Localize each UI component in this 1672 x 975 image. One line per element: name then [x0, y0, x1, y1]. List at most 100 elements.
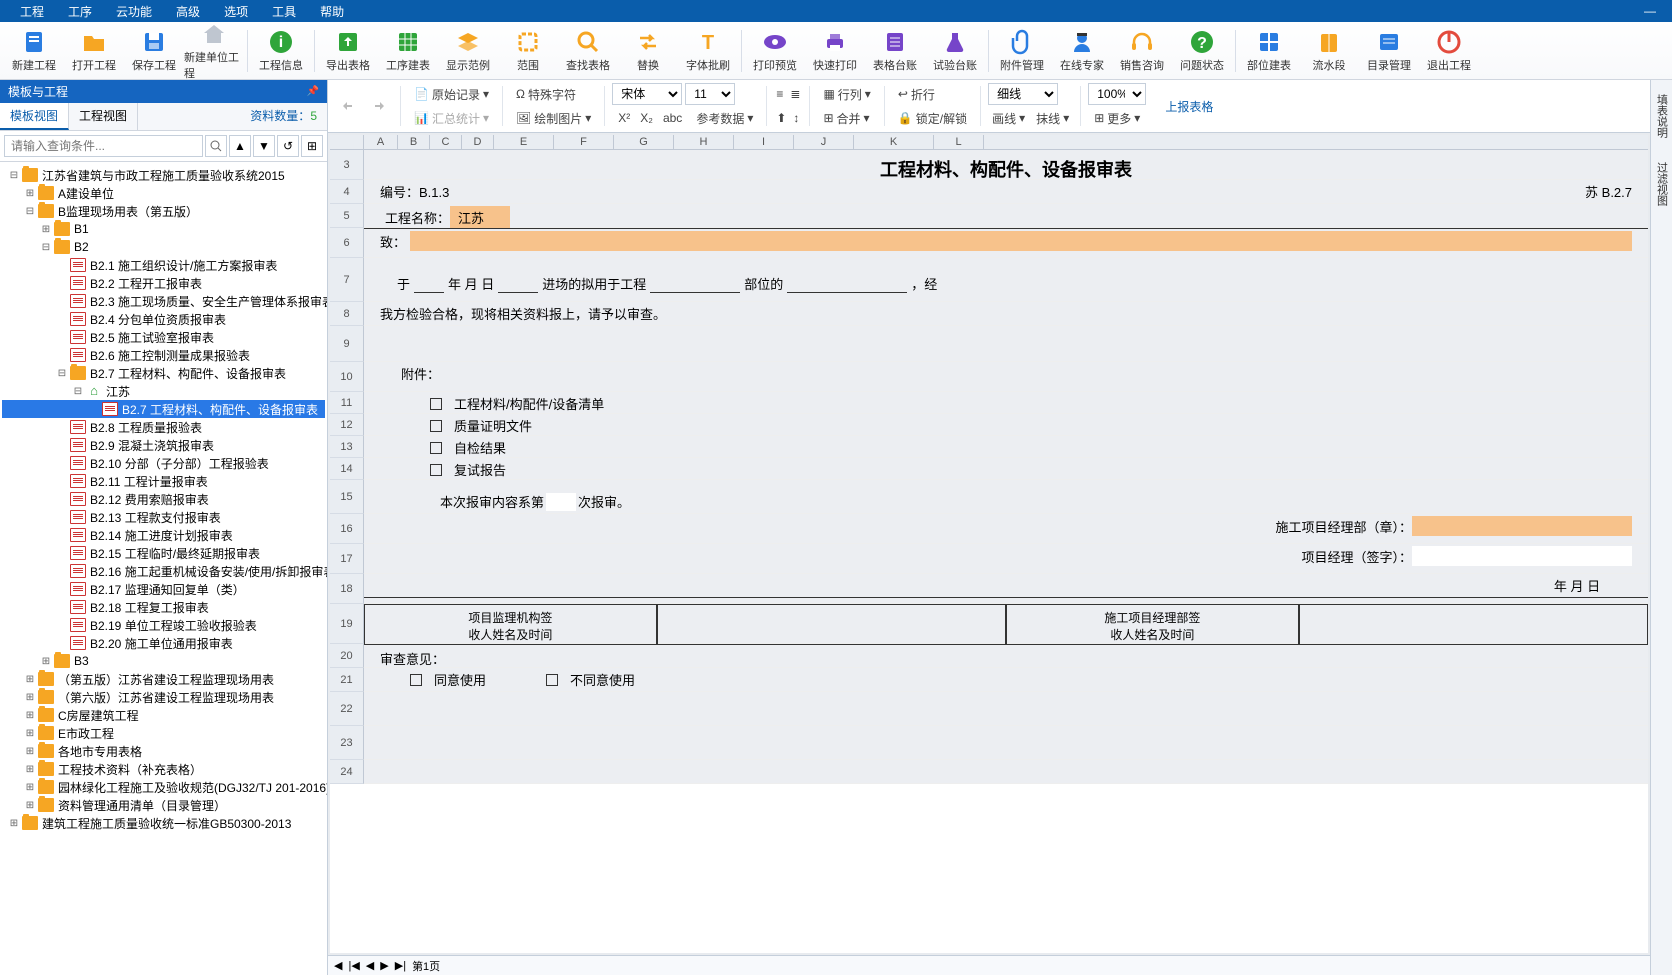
expand-icon[interactable]: ⊟: [40, 242, 52, 253]
pin-icon[interactable]: 📌: [307, 86, 319, 97]
size-select[interactable]: 11: [685, 83, 735, 105]
tree-node[interactable]: B2.9 混凝土浇筑报审表: [2, 436, 325, 454]
row-header[interactable]: 4: [330, 180, 364, 204]
tree-node[interactable]: ⊞B3: [2, 652, 325, 670]
menu-工程[interactable]: 工程: [8, 3, 56, 20]
checkbox-3[interactable]: [430, 442, 442, 454]
next-page-button[interactable]: ▶: [380, 959, 388, 972]
tree-node[interactable]: B2.14 施工进度计划报审表: [2, 526, 325, 544]
expand-icon[interactable]: ⊟: [56, 368, 68, 379]
col-header[interactable]: G: [614, 135, 674, 149]
strike-button[interactable]: abc: [661, 107, 684, 129]
checkbox-1[interactable]: [430, 398, 442, 410]
valign-mid-button[interactable]: ↕: [791, 107, 801, 129]
expand-icon[interactable]: ⊞: [24, 188, 36, 199]
expand-icon[interactable]: ⊞: [8, 818, 20, 829]
show-sample-button[interactable]: 显示范例: [438, 24, 498, 78]
row-header[interactable]: 10: [330, 362, 364, 392]
row-header[interactable]: 5: [330, 204, 364, 228]
row-header[interactable]: 20: [330, 644, 364, 668]
online-expert-button[interactable]: 在线专家: [1052, 24, 1112, 78]
exit-button[interactable]: 退出工程: [1419, 24, 1479, 78]
menu-工具[interactable]: 工具: [260, 3, 308, 20]
tree-node[interactable]: ⊞各地市专用表格: [2, 742, 325, 760]
align-center-button[interactable]: ≣: [788, 83, 802, 105]
row-header[interactable]: 15: [330, 480, 364, 514]
col-header[interactable]: F: [554, 135, 614, 149]
menu-选项[interactable]: 选项: [212, 3, 260, 20]
font-select[interactable]: 宋体: [612, 83, 682, 105]
draw-pic-button[interactable]: 🖼 绘制图片 ▾: [510, 107, 597, 129]
expand-icon[interactable]: ⊟: [8, 170, 20, 181]
row-header[interactable]: 11: [330, 392, 364, 414]
tab-project-view[interactable]: 工程视图: [69, 103, 138, 130]
merge-button[interactable]: ⊞ 合并 ▾: [817, 107, 876, 129]
tree-node[interactable]: ⊞园林绿化工程施工及验收规范(DGJ32/TJ 201-2016): [2, 778, 325, 796]
checkbox-disagree[interactable]: [546, 674, 558, 686]
zoom-select[interactable]: 100%: [1088, 83, 1146, 105]
more-button[interactable]: ⊞ 更多 ▾: [1088, 107, 1146, 129]
new-unit-button[interactable]: 新建单位工程: [184, 24, 244, 78]
issue-status-button[interactable]: ?问题状态: [1172, 24, 1232, 78]
expand-icon[interactable]: ⊞: [40, 656, 52, 667]
col-header[interactable]: I: [734, 135, 794, 149]
lock-button[interactable]: 🔒 锁定/解锁: [892, 107, 973, 129]
tree-node[interactable]: B2.6 施工控制测量成果报验表: [2, 346, 325, 364]
process-build-button[interactable]: 工序建表: [378, 24, 438, 78]
tree-node[interactable]: B2.13 工程款支付报审表: [2, 508, 325, 526]
checkbox-agree[interactable]: [410, 674, 422, 686]
sig-constructor[interactable]: 施工项目经理部签 收人姓名及时间: [1006, 604, 1299, 648]
last-page-button[interactable]: ▶|: [395, 959, 406, 972]
tree-node[interactable]: ⊞E市政工程: [2, 724, 325, 742]
expand-icon[interactable]: ⊞: [24, 674, 36, 685]
row-header[interactable]: 14: [330, 458, 364, 480]
save-project-button[interactable]: 保存工程: [124, 24, 184, 78]
expand-icon[interactable]: ⊞: [40, 224, 52, 235]
col-header[interactable]: J: [794, 135, 854, 149]
align-left-button[interactable]: ≡: [774, 83, 785, 105]
catalog-button[interactable]: 目录管理: [1359, 24, 1419, 78]
tree-node[interactable]: B2.5 施工试验室报审表: [2, 328, 325, 346]
tree-node[interactable]: B2.10 分部（子分部）工程报验表: [2, 454, 325, 472]
tree-node[interactable]: ⊞C房屋建筑工程: [2, 706, 325, 724]
rail-tab-help[interactable]: 填表说明: [1652, 88, 1672, 144]
col-header[interactable]: H: [674, 135, 734, 149]
row-header[interactable]: 21: [330, 668, 364, 692]
search-input[interactable]: [4, 135, 203, 157]
search-button[interactable]: [205, 135, 227, 157]
row-header[interactable]: 19: [330, 604, 364, 644]
tree-node[interactable]: ⊞资料管理通用清单（目录管理）: [2, 796, 325, 814]
prev-page-button[interactable]: ◀: [366, 959, 374, 972]
row-header[interactable]: 22: [330, 692, 364, 726]
col-header[interactable]: L: [934, 135, 984, 149]
row-header[interactable]: 17: [330, 544, 364, 574]
search-table-button[interactable]: 查找表格: [558, 24, 618, 78]
minimize-icon[interactable]: —: [1636, 4, 1664, 18]
expand-icon[interactable]: ⊞: [24, 710, 36, 721]
tree-node[interactable]: B2.11 工程计量报审表: [2, 472, 325, 490]
attach-mgr-button[interactable]: 附件管理: [992, 24, 1052, 78]
line-style-select[interactable]: 细线: [988, 83, 1058, 105]
original-record-button[interactable]: 📄 原始记录 ▾: [408, 83, 495, 105]
clear-button[interactable]: ↺: [277, 135, 299, 157]
expand-icon[interactable]: ⊞: [24, 728, 36, 739]
tree-node[interactable]: ⊟B2: [2, 238, 325, 256]
superscript-button[interactable]: X²: [616, 107, 632, 129]
tab-template-view[interactable]: 模板视图: [0, 103, 69, 130]
expand-icon[interactable]: ⊞: [24, 692, 36, 703]
checkbox-4[interactable]: [430, 464, 442, 476]
row-header[interactable]: 9: [330, 326, 364, 362]
sales-button[interactable]: 销售咨询: [1112, 24, 1172, 78]
expand-icon[interactable]: ⊟: [72, 386, 84, 397]
new-project-button[interactable]: 新建工程: [4, 24, 64, 78]
review-num[interactable]: [546, 493, 576, 511]
menu-工序[interactable]: 工序: [56, 3, 104, 20]
mgr-dept-value[interactable]: [1412, 516, 1632, 536]
subscript-button[interactable]: X₂: [638, 107, 655, 129]
rowcol-button[interactable]: ▦ 行列 ▾: [817, 83, 876, 105]
prev-button[interactable]: ▲: [229, 135, 251, 157]
menu-云功能[interactable]: 云功能: [104, 3, 164, 20]
col-header[interactable]: B: [398, 135, 430, 149]
row-header[interactable]: 13: [330, 436, 364, 458]
part-build-button[interactable]: 部位建表: [1239, 24, 1299, 78]
